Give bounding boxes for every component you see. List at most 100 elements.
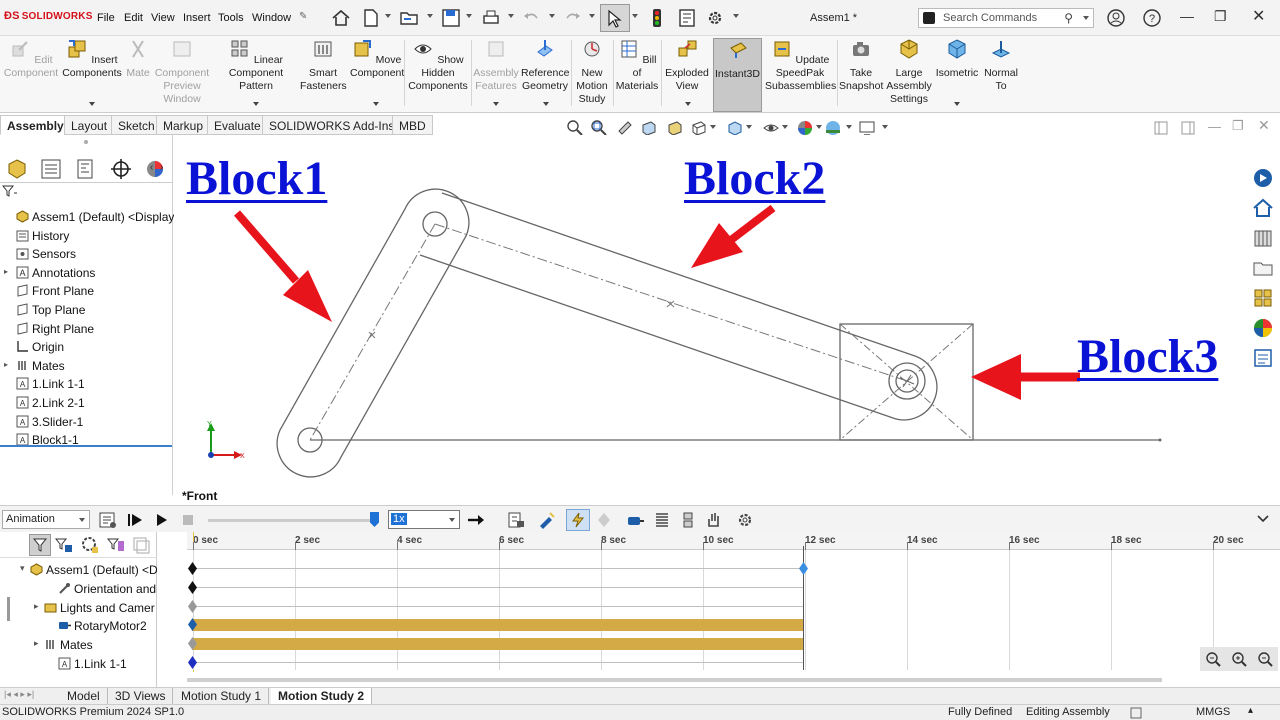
bill-of-materials-button[interactable]: Bill of Materials: [615, 38, 659, 93]
motor-icon[interactable]: [625, 510, 645, 530]
configuration-manager-tab-icon[interactable]: [72, 157, 98, 181]
contact-icon[interactable]: [704, 510, 724, 530]
chevron-up-icon[interactable]: ▴: [1248, 705, 1253, 716]
search-icon[interactable]: ⚲: [1064, 11, 1073, 25]
chevron-down-icon[interactable]: [782, 125, 788, 129]
reference-geometry-button[interactable]: Reference Geometry: [521, 38, 569, 93]
filter-selected-icon[interactable]: [80, 535, 100, 555]
mates-track-bar[interactable]: [192, 638, 803, 650]
timeline-slider-thumb[interactable]: [370, 512, 379, 527]
tree-item[interactable]: A 2.Link 2-1: [0, 394, 172, 412]
timeline-grid[interactable]: 0 sec 2 sec 4 sec 6 sec 8 sec 10 sec 12 sec 14 …: [187, 532, 1280, 677]
zoom-to-fit-icon[interactable]: [1204, 650, 1222, 668]
component-preview-button[interactable]: Component Preview Window: [154, 38, 210, 106]
view-palette-icon[interactable]: [1251, 286, 1275, 310]
spring-icon[interactable]: [652, 510, 672, 530]
minimize-icon[interactable]: —: [1180, 8, 1194, 24]
chevron-down-icon[interactable]: [846, 125, 852, 129]
chevron-down-icon[interactable]: [733, 14, 739, 18]
chevron-down-icon[interactable]: [508, 14, 514, 18]
chevron-down-icon[interactable]: [816, 125, 822, 129]
filter-results-icon[interactable]: [106, 535, 126, 555]
rebuild-icon[interactable]: [646, 7, 668, 29]
split-view-icon[interactable]: [1181, 121, 1195, 135]
chevron-down-icon[interactable]: [632, 14, 638, 18]
assembly-features-button[interactable]: Assembly Features: [473, 38, 519, 93]
tab-model[interactable]: Model: [60, 688, 108, 705]
chevron-right-icon[interactable]: ▸: [34, 638, 39, 649]
show-hidden-button[interactable]: Show Hidden Components: [406, 38, 470, 93]
close-icon[interactable]: ✕: [1252, 6, 1265, 26]
move-component-button[interactable]: Move Component: [350, 38, 404, 80]
split-view-icon[interactable]: [1154, 121, 1168, 135]
chevron-down-icon[interactable]: [589, 14, 595, 18]
tab-evaluate[interactable]: Evaluate: [207, 115, 268, 135]
panel-grip[interactable]: [84, 140, 88, 144]
tab-layout[interactable]: Layout: [64, 115, 115, 135]
tree-item[interactable]: ▸ Mates: [0, 357, 172, 375]
tab-assembly[interactable]: Assembly: [0, 115, 71, 135]
save-animation-icon[interactable]: [506, 510, 526, 530]
menu-edit[interactable]: Edit: [124, 12, 143, 24]
search-commands-box[interactable]: Search Commands ⚲: [918, 8, 1094, 28]
file-explorer-icon[interactable]: [1251, 256, 1275, 280]
search-input[interactable]: Search Commands: [943, 12, 1037, 24]
animation-wizard-icon[interactable]: [537, 510, 557, 530]
chevron-down-icon[interactable]: [466, 14, 472, 18]
tree-item[interactable]: A 1.Link 1-1: [0, 375, 172, 393]
chevron-down-icon[interactable]: [882, 125, 888, 129]
timeline-scrollbar[interactable]: [187, 678, 1162, 682]
property-manager-tab-icon[interactable]: [38, 157, 64, 181]
chevron-down-icon[interactable]: [685, 102, 691, 106]
chevron-right-icon[interactable]: ›: [160, 162, 163, 173]
tree-item[interactable]: A 3.Slider-1: [0, 413, 172, 431]
mate-button[interactable]: Mate: [124, 38, 152, 80]
playback-mode-icon[interactable]: [466, 510, 486, 530]
timeline-slider-track[interactable]: [208, 519, 376, 522]
solidworks-resources-icon[interactable]: [1251, 166, 1275, 190]
chevron-right-icon[interactable]: ▸: [4, 360, 8, 369]
linear-pattern-button[interactable]: Linear Component Pattern: [213, 38, 299, 93]
motion-tree-item[interactable]: ▸ Mates: [0, 636, 157, 654]
new-document-icon[interactable]: [360, 7, 382, 29]
tree-item[interactable]: ▸ A Annotations: [0, 264, 172, 282]
stop-icon[interactable]: [178, 510, 198, 530]
playback-speed-select[interactable]: 1x: [388, 510, 460, 529]
menu-insert[interactable]: Insert: [183, 12, 211, 24]
filter-field[interactable]: [1, 185, 20, 199]
edit-component-button[interactable]: Edit Component: [2, 38, 60, 80]
filter-driving-icon[interactable]: [54, 535, 74, 555]
motion-tree-item[interactable]: Orientation and C: [0, 580, 157, 598]
tab-add-ins[interactable]: SOLIDWORKS Add-Ins: [262, 115, 402, 135]
chevron-right-icon[interactable]: ▸: [34, 601, 39, 612]
minimize-view-icon[interactable]: —: [1208, 119, 1221, 134]
take-snapshot-button[interactable]: Take Snapshot: [839, 38, 883, 93]
zoom-out-icon[interactable]: [1256, 650, 1274, 668]
chevron-down-icon[interactable]: [1256, 513, 1270, 525]
update-speedpak-button[interactable]: Update SpeedPak Subassemblies: [765, 38, 836, 93]
tree-item[interactable]: Sensors: [0, 245, 172, 263]
rebuild-status-icon[interactable]: [1130, 707, 1142, 719]
filter-animated-button[interactable]: [29, 534, 51, 556]
instant3d-button[interactable]: Instant3D: [713, 38, 762, 112]
menu-file[interactable]: File: [97, 12, 115, 24]
menu-view[interactable]: View: [151, 12, 175, 24]
maximize-icon[interactable]: ❐: [1214, 8, 1227, 25]
tab-mbd[interactable]: MBD: [392, 115, 433, 135]
tab-scroll-arrows[interactable]: |◂ ◂ ▸ ▸|: [4, 689, 34, 700]
gear-icon[interactable]: [704, 7, 726, 29]
design-library-icon[interactable]: [1251, 226, 1275, 250]
home-icon[interactable]: [1251, 196, 1275, 220]
user-account-icon[interactable]: [1105, 7, 1127, 29]
large-assembly-settings-button[interactable]: Large Assembly Settings: [885, 38, 933, 106]
custom-properties-icon[interactable]: [1251, 346, 1275, 370]
smart-fasteners-button[interactable]: Smart Fasteners: [300, 38, 347, 93]
normal-to-button[interactable]: Normal To: [981, 38, 1021, 93]
display-manager-tab-icon[interactable]: [142, 157, 168, 181]
tree-item[interactable]: Front Plane: [0, 282, 172, 300]
chevron-down-icon[interactable]: [89, 102, 95, 106]
tree-item[interactable]: History: [0, 227, 172, 245]
menu-tools[interactable]: Tools: [218, 12, 244, 24]
chevron-down-icon[interactable]: [253, 102, 259, 106]
calculate-icon[interactable]: [98, 510, 118, 530]
